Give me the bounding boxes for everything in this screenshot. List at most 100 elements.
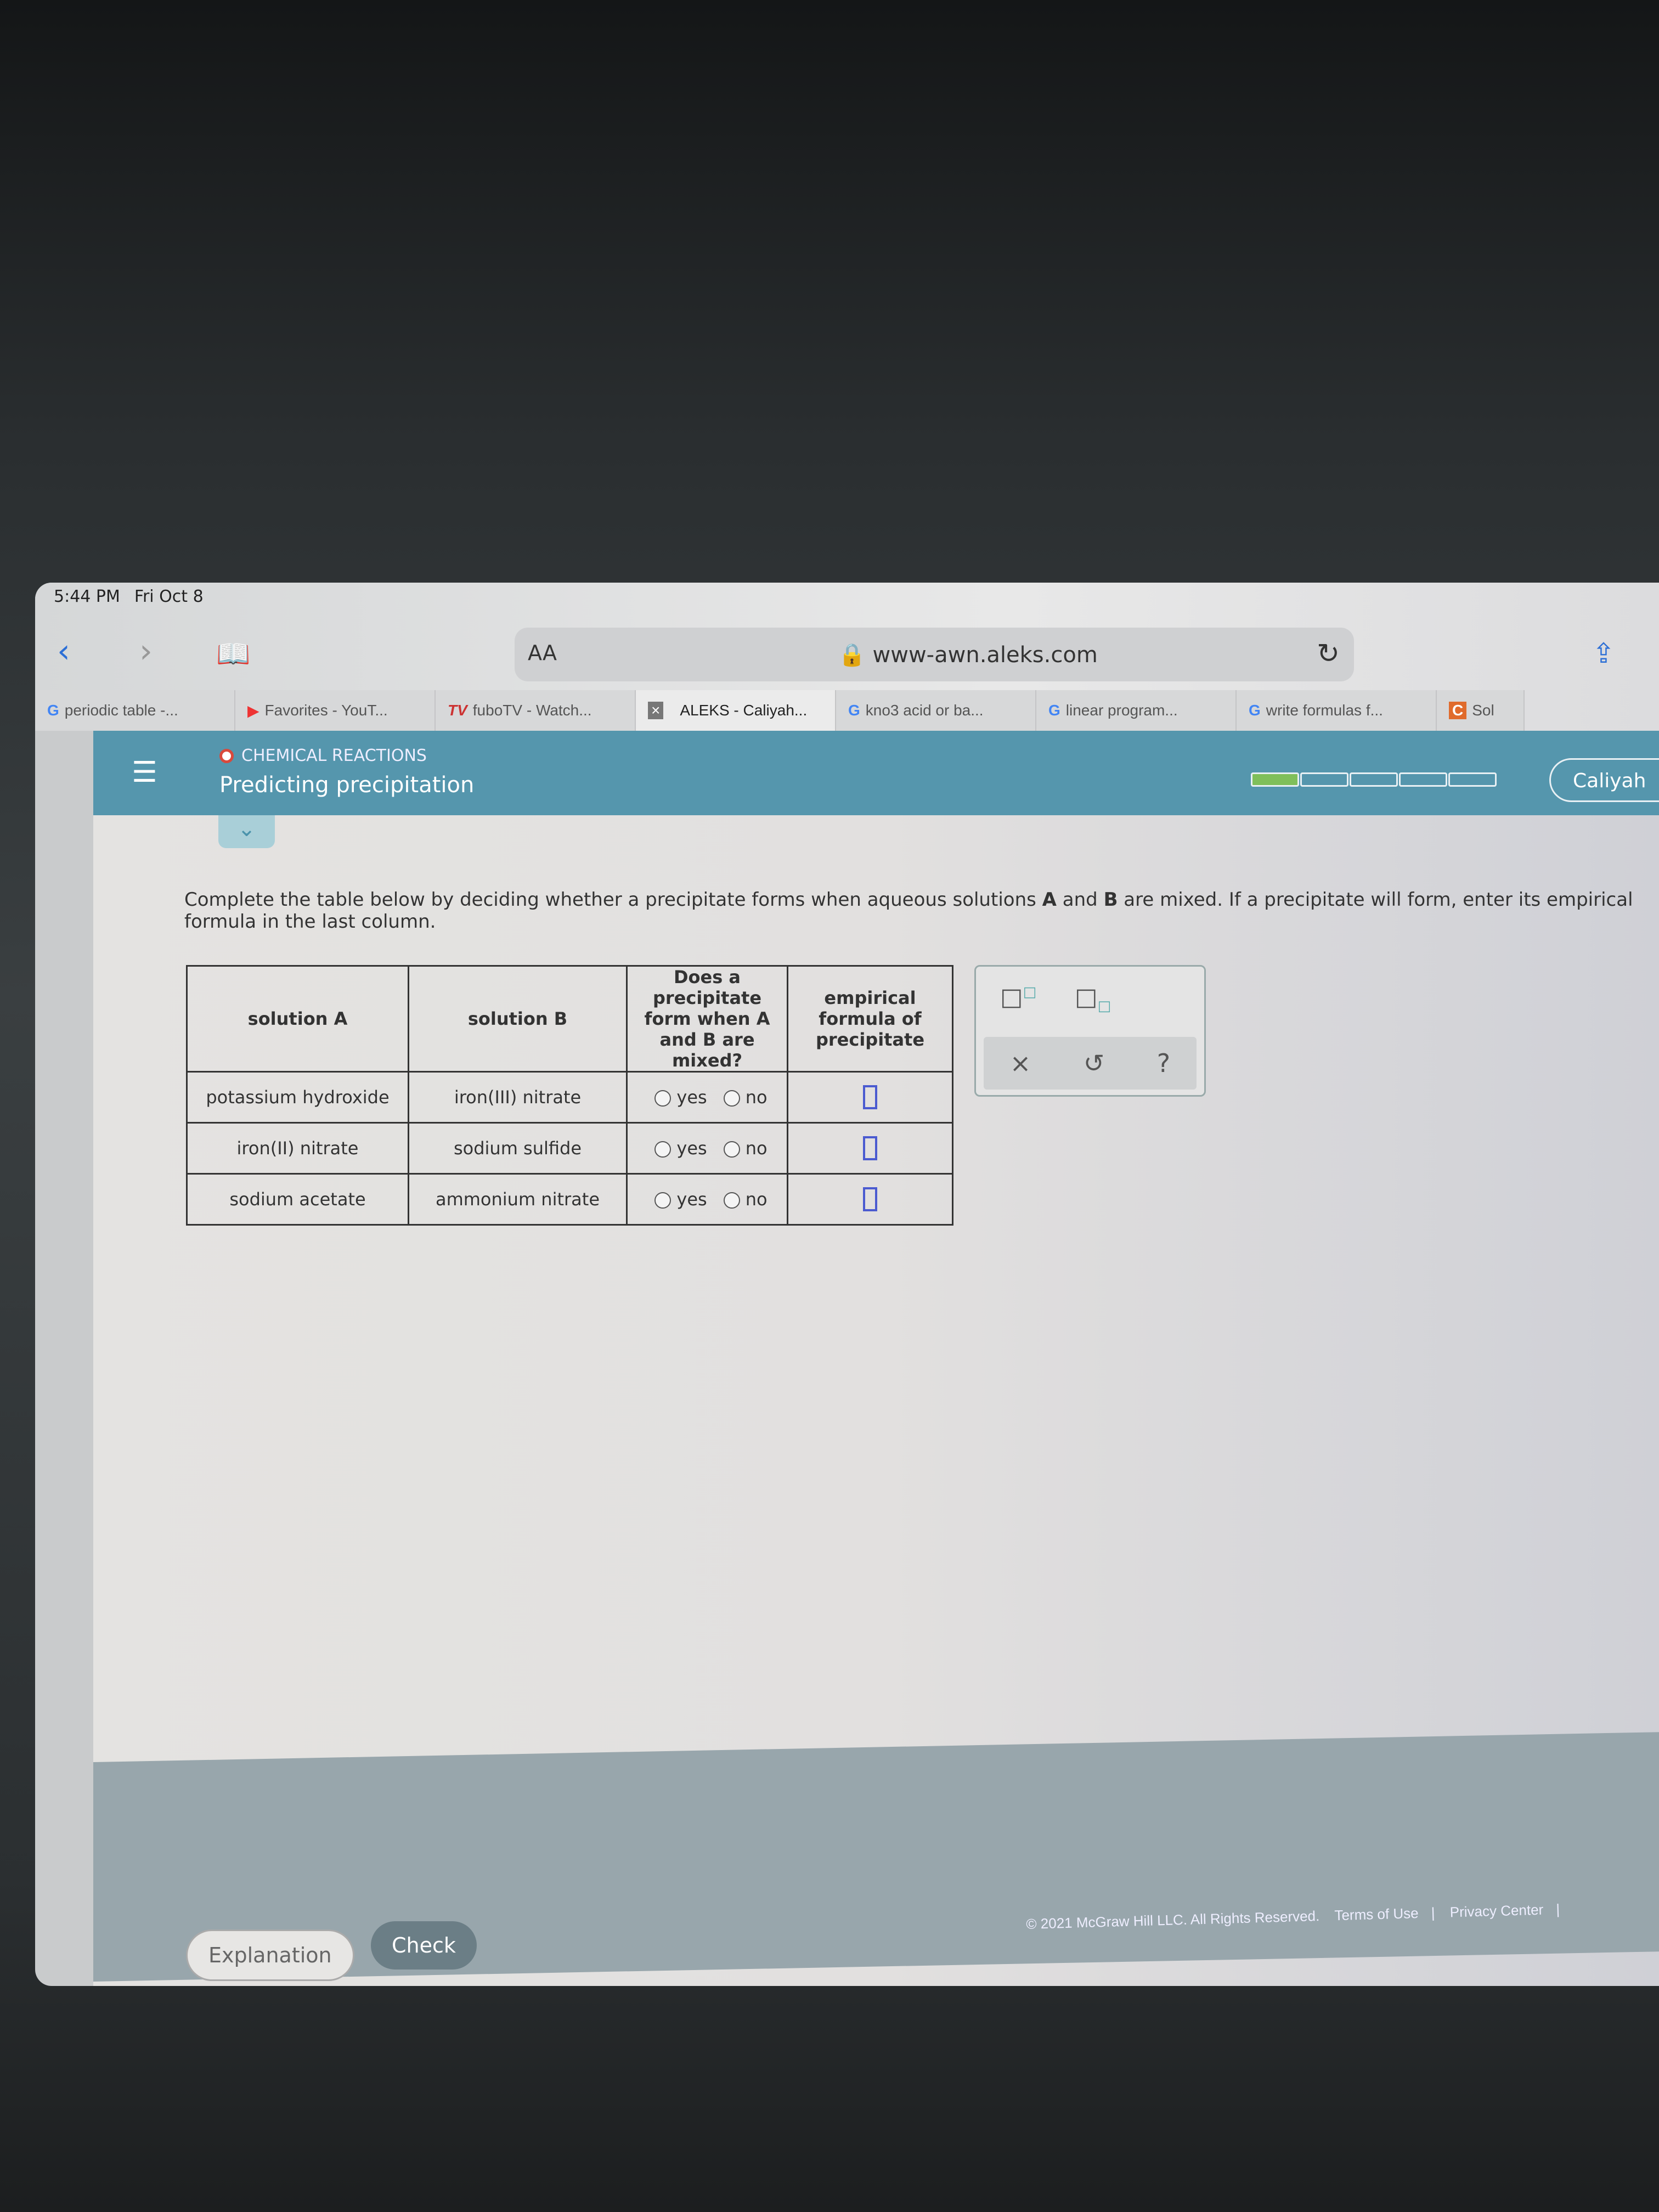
topic-status-icon bbox=[219, 748, 234, 763]
instr-text: and bbox=[1056, 889, 1104, 911]
precipitate-choice: yes no bbox=[626, 1122, 788, 1175]
precipitation-table: solution A solution B Does a precipitate… bbox=[186, 965, 953, 1226]
progress-segment bbox=[1399, 772, 1447, 787]
formula-toolbar: □□ □□ × ↺ ? bbox=[974, 965, 1206, 1097]
tab-label: fuboTV - Watch... bbox=[472, 702, 592, 719]
tab-fubotv[interactable]: TV fuboTV - Watch... bbox=[436, 690, 636, 731]
share-icon[interactable]: ⇪ bbox=[1592, 637, 1615, 669]
progress-segment bbox=[1300, 772, 1348, 787]
table-header: solution A solution B Does a precipitate… bbox=[186, 965, 953, 1073]
topic-label: CHEMICAL REACTIONS bbox=[219, 746, 427, 765]
progress-bar bbox=[1251, 772, 1498, 787]
progress-segment bbox=[1448, 772, 1497, 787]
url-text[interactable]: 🔒 www-awn.aleks.com bbox=[838, 642, 1098, 668]
terms-link[interactable]: Terms of Use bbox=[1334, 1905, 1419, 1923]
yes-radio[interactable] bbox=[654, 1192, 672, 1209]
formula-cell bbox=[787, 1122, 953, 1175]
check-button[interactable]: Check bbox=[371, 1921, 477, 1970]
tab-youtube[interactable]: ▶ Favorites - YouT... bbox=[235, 690, 436, 731]
hamburger-menu-icon[interactable]: ☰ bbox=[132, 758, 157, 787]
formula-input[interactable] bbox=[863, 1136, 877, 1160]
yes-label: yes bbox=[676, 1087, 707, 1108]
help-icon[interactable]: ? bbox=[1157, 1048, 1170, 1078]
table-row: potassium hydroxide iron(III) nitrate ye… bbox=[186, 1071, 953, 1124]
aleks-header: ☰ CHEMICAL REACTIONS Predicting precipit… bbox=[93, 731, 1659, 815]
tab-kno3[interactable]: Gkno3 acid or ba... bbox=[836, 690, 1036, 731]
no-label: no bbox=[745, 1138, 768, 1159]
precipitate-choice: yes no bbox=[626, 1173, 788, 1226]
no-label: no bbox=[745, 1087, 768, 1108]
expand-chevron-icon[interactable]: ⌄ bbox=[218, 815, 275, 848]
no-label: no bbox=[745, 1189, 768, 1210]
status-bar: 5:44 PM Fri Oct 8 bbox=[54, 587, 218, 606]
chegg-icon: C bbox=[1449, 702, 1467, 719]
tab-aleks[interactable]: × ALEKS - Caliyah... bbox=[636, 690, 836, 731]
toolbar-actions: × ↺ ? bbox=[984, 1037, 1197, 1090]
topic-text: CHEMICAL REACTIONS bbox=[241, 746, 427, 765]
col-precipitate-forms: Does a precipitate form when A and B are… bbox=[626, 965, 788, 1073]
formula-input[interactable] bbox=[863, 1187, 877, 1211]
table-row: sodium acetate ammonium nitrate yes no bbox=[186, 1173, 953, 1226]
solution-b-cell: ammonium nitrate bbox=[408, 1173, 628, 1226]
tab-bar: Gperiodic table -... ▶ Favorites - YouT..… bbox=[35, 690, 1659, 731]
undo-icon[interactable]: ↺ bbox=[1084, 1048, 1105, 1078]
url: www-awn.aleks.com bbox=[872, 642, 1098, 668]
yes-label: yes bbox=[676, 1138, 707, 1159]
yes-radio[interactable] bbox=[654, 1141, 672, 1158]
privacy-link[interactable]: Privacy Center bbox=[1449, 1901, 1543, 1921]
date: Fri Oct 8 bbox=[134, 587, 204, 606]
progress-segment bbox=[1251, 772, 1299, 787]
solution-b-cell: sodium sulfide bbox=[408, 1122, 628, 1175]
explanation-button[interactable]: Explanation bbox=[186, 1929, 354, 1981]
superscript-icon[interactable]: □□ bbox=[1000, 983, 1036, 1011]
instr-a: A bbox=[1042, 889, 1057, 911]
no-radio[interactable] bbox=[723, 1090, 740, 1107]
reload-icon[interactable]: ↻ bbox=[1317, 637, 1340, 669]
yes-label: yes bbox=[676, 1189, 707, 1210]
time: 5:44 PM bbox=[54, 587, 120, 606]
clear-icon[interactable]: × bbox=[1010, 1048, 1031, 1078]
fubotv-icon: TV bbox=[448, 702, 467, 719]
text-size-button[interactable]: AA bbox=[528, 641, 557, 665]
address-bar[interactable]: AA 🔒 www-awn.aleks.com ↻ bbox=[515, 628, 1354, 681]
table-row: iron(II) nitrate sodium sulfide yes no bbox=[186, 1122, 953, 1175]
tab-label: kno3 acid or ba... bbox=[865, 702, 984, 719]
no-radio[interactable] bbox=[723, 1192, 740, 1209]
google-icon: G bbox=[1249, 702, 1261, 719]
tab-linear[interactable]: Glinear program... bbox=[1036, 690, 1237, 731]
subscript-icon[interactable]: □□ bbox=[1075, 983, 1111, 1014]
yes-radio[interactable] bbox=[654, 1090, 672, 1107]
instr-b: B bbox=[1103, 889, 1118, 911]
tab-periodic-table[interactable]: Gperiodic table -... bbox=[35, 690, 235, 731]
formula-cell bbox=[787, 1071, 953, 1124]
tab-label: Sol bbox=[1472, 702, 1494, 719]
aleks-app: ☰ CHEMICAL REACTIONS Predicting precipit… bbox=[93, 731, 1659, 1986]
formula-input[interactable] bbox=[863, 1085, 877, 1109]
separator: | bbox=[1431, 1904, 1435, 1921]
solution-a-cell: sodium acetate bbox=[186, 1173, 409, 1226]
no-radio[interactable] bbox=[723, 1141, 740, 1158]
tab-chegg[interactable]: C Sol bbox=[1437, 690, 1525, 731]
google-icon: G bbox=[848, 702, 860, 719]
ipad-screen: 5:44 PM Fri Oct 8 ‹ › 📖 AA 🔒 www-awn.alek… bbox=[35, 583, 1659, 1986]
tab-label: Favorites - YouT... bbox=[264, 702, 388, 719]
youtube-icon: ▶ bbox=[247, 702, 259, 719]
close-tab-icon[interactable]: × bbox=[648, 702, 664, 719]
col-solution-a: solution A bbox=[186, 965, 409, 1073]
user-menu-button[interactable]: Caliyah bbox=[1549, 758, 1659, 802]
precipitate-choice: yes no bbox=[626, 1071, 788, 1124]
back-icon[interactable]: ‹ bbox=[57, 635, 70, 668]
solution-b-cell: iron(III) nitrate bbox=[408, 1071, 628, 1124]
solution-a-cell: iron(II) nitrate bbox=[186, 1122, 409, 1175]
google-icon: G bbox=[1048, 702, 1060, 719]
forward-icon[interactable]: › bbox=[139, 635, 153, 668]
formula-cell bbox=[787, 1173, 953, 1226]
page-title: Predicting precipitation bbox=[219, 772, 475, 798]
solution-a-cell: potassium hydroxide bbox=[186, 1071, 409, 1124]
bookmarks-icon[interactable]: 📖 bbox=[216, 637, 250, 670]
separator: | bbox=[1556, 1900, 1560, 1918]
instructions: Complete the table below by deciding whe… bbox=[184, 889, 1659, 933]
progress-segment bbox=[1350, 772, 1398, 787]
tab-label: ALEKS - Caliyah... bbox=[680, 702, 808, 719]
tab-write-formulas[interactable]: Gwrite formulas f... bbox=[1237, 690, 1437, 731]
